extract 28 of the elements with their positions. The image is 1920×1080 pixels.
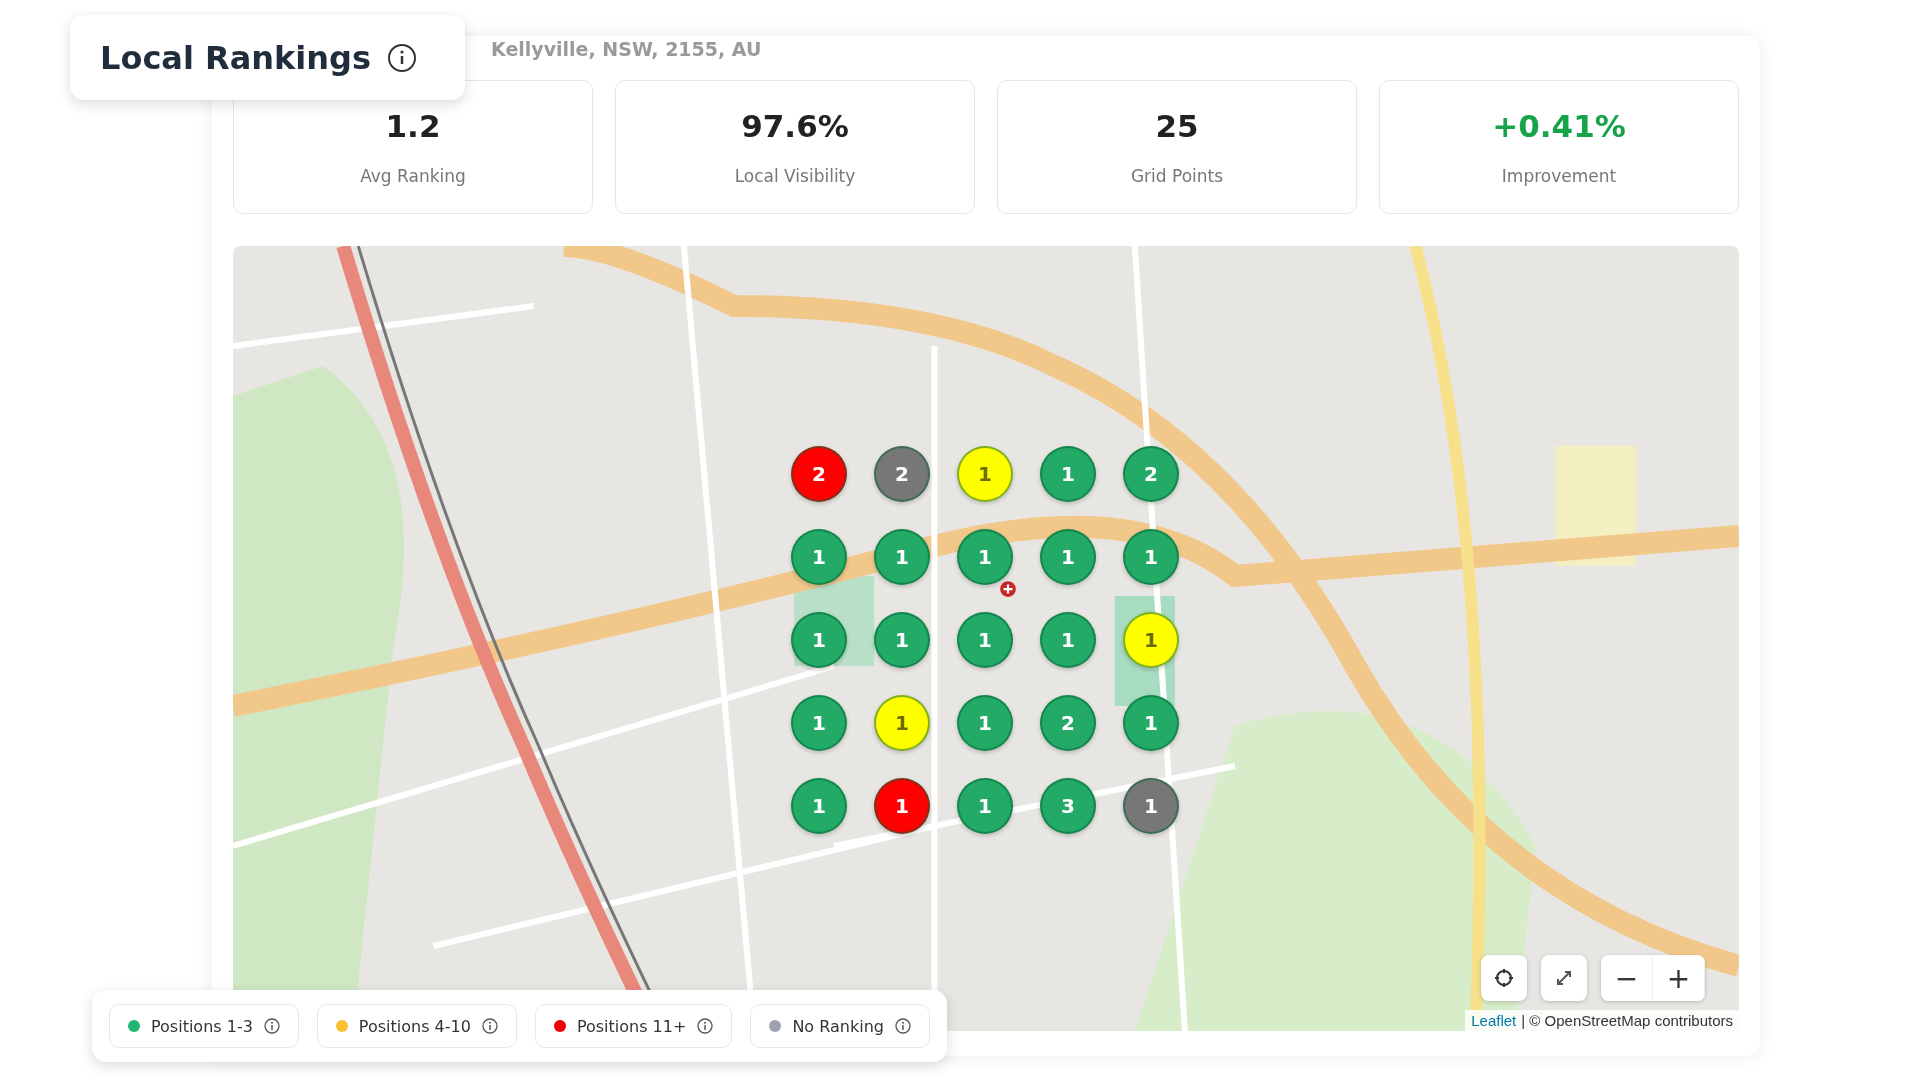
address-text: Kellyville, NSW, 2155, AU — [491, 38, 763, 62]
leaflet-link[interactable]: Leaflet — [1471, 1012, 1517, 1029]
medical-cross-icon — [999, 580, 1017, 598]
crosshair-icon — [1494, 968, 1514, 988]
legend-label: Positions 1-3 — [151, 1016, 253, 1036]
stat-value: 1.2 — [385, 108, 441, 144]
legend-label: Positions 4-10 — [358, 1016, 471, 1036]
info-icon[interactable] — [387, 42, 418, 73]
zoom-in-button[interactable]: + — [1653, 955, 1705, 1001]
stat-value: 25 — [1155, 108, 1199, 144]
stat-label: Local Visibility — [734, 166, 856, 186]
stat-value: 97.6% — [741, 108, 849, 144]
info-icon[interactable] — [263, 1018, 280, 1034]
fullscreen-button[interactable] — [1541, 955, 1587, 1001]
attribution-text: | © OpenStreetMap contributors — [1521, 1012, 1733, 1029]
stat-value: +0.41% — [1492, 108, 1626, 144]
locate-button[interactable] — [1481, 955, 1527, 1001]
stat-label: Grid Points — [1130, 166, 1224, 186]
stat-label: Avg Ranking — [360, 166, 466, 186]
info-icon[interactable] — [894, 1018, 911, 1034]
zoom-out-button[interactable]: − — [1601, 955, 1653, 1001]
info-icon[interactable] — [697, 1018, 714, 1034]
info-icon[interactable] — [481, 1018, 498, 1034]
expand-icon — [1554, 968, 1574, 988]
legend-label: No Ranking — [792, 1016, 884, 1036]
stat-label: Improvement — [1501, 166, 1617, 186]
legend-label: Positions 11+ — [576, 1016, 687, 1036]
page-title: Local Rankings — [100, 38, 372, 77]
